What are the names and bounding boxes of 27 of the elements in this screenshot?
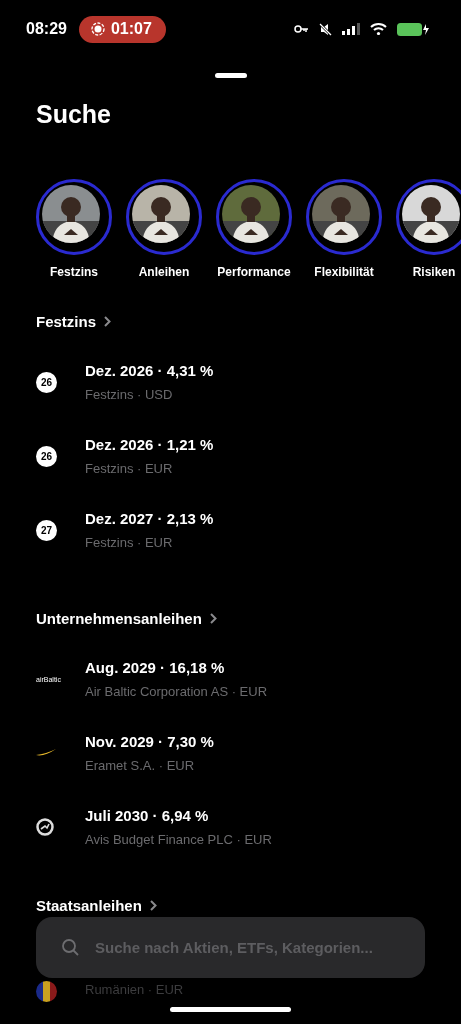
story-label: Performance [217,265,291,279]
story-label: Festzins [50,265,98,279]
story-label: Anleihen [138,265,190,279]
bond-title[interactable]: Dez. 2026 · 4,31 % [85,362,214,379]
bond-subtitle: Festzins · EUR [85,535,174,550]
recording-time: 01:07 [110,20,152,38]
status-time: 08:29 [26,20,67,38]
bond-subtitle: Festzins · EUR [85,461,174,476]
bond-title[interactable]: Juli 2030 · 6,94 % [85,807,272,824]
bond-subtitle: Festzins · USD [85,387,174,402]
date-badge: 26 [36,445,57,467]
bond-title[interactable]: Nov. 2029 · 7,30 % [85,733,214,750]
bond-title[interactable]: Aug. 2029 · 16,18 % [85,659,268,676]
bond-subtitle: Avis Budget Finance PLC · EUR [85,832,272,847]
bond-subtitle: Air Baltic Corporation AS · EUR [85,684,268,699]
section-title[interactable]: Staatsanleihen [36,897,142,914]
section-title[interactable]: Festzins [36,313,96,330]
date-badge: 26 [36,371,57,393]
page-title: Suche [36,100,113,129]
bond-title[interactable]: Dez. 2027 · 2,13 % [85,510,214,527]
section-title[interactable]: Unternehmensanleihen [36,610,202,627]
date-badge: 27 [36,519,57,541]
bond-title[interactable]: Dez. 2026 · 1,21 % [85,436,214,453]
story-label: Risiken [412,265,456,279]
bond-subtitle: Rumänien · EUR [85,981,184,997]
story-label: Flexibilität [314,265,374,279]
bond-subtitle: Eramet S.A. · EUR [85,758,196,773]
